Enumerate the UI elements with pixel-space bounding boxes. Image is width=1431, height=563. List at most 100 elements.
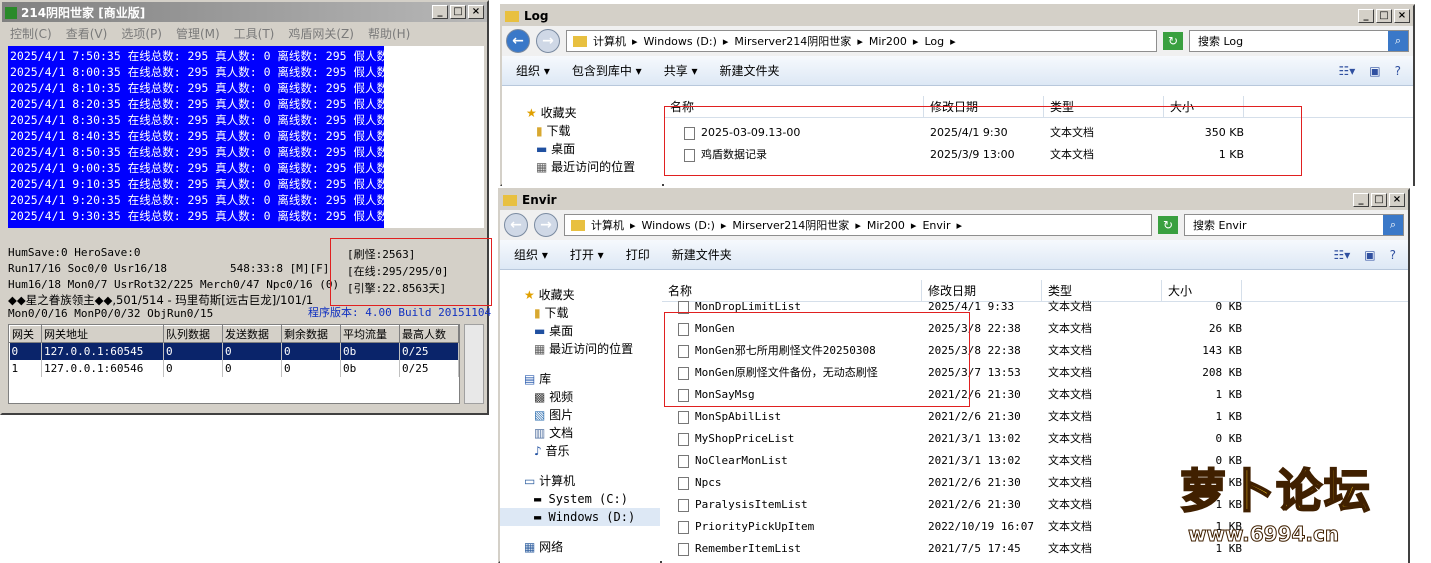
organize-button[interactable]: 组织 ▾ <box>516 62 550 79</box>
preview-pane-icon[interactable]: ▣ <box>1369 64 1380 78</box>
nav-recent[interactable]: ▦ 最近访问的位置 <box>526 158 662 176</box>
include-library-button[interactable]: 包含到库中 ▾ <box>572 62 642 79</box>
maximize-icon[interactable]: □ <box>1376 9 1392 23</box>
close-icon[interactable]: × <box>468 5 484 19</box>
file-name: PriorityPickUpItem <box>695 520 815 533</box>
minimize-icon[interactable]: _ <box>1353 193 1369 207</box>
table-row[interactable]: 0 127.0.0.1:60545 0 0 0 0b 0/25 <box>9 342 459 360</box>
file-date: 2021/7/5 17:45 <box>928 542 1021 555</box>
envir-search-input[interactable]: 搜索 Envir ⌕ <box>1184 214 1404 236</box>
print-button[interactable]: 打印 <box>626 246 650 263</box>
log-search-input[interactable]: 搜索 Log ⌕ <box>1189 30 1409 52</box>
col-max[interactable]: 最高人数 <box>399 325 459 343</box>
back-icon[interactable]: ← <box>504 213 528 237</box>
col-address[interactable]: 网关地址 <box>41 325 164 343</box>
path-segment[interactable]: 计算机 <box>593 33 626 49</box>
col-gateway[interactable]: 网关 <box>9 325 42 343</box>
nav-desktop[interactable]: ▬ 桌面 <box>524 322 660 340</box>
path-segment[interactable]: Log <box>924 35 944 48</box>
nav-drive-d[interactable]: ▬ Windows (D:) <box>500 508 660 526</box>
nav-favorites[interactable]: ★ 收藏夹 <box>526 104 662 122</box>
organize-button[interactable]: 组织 ▾ <box>514 246 548 263</box>
nav-desktop[interactable]: ▬ 桌面 <box>526 140 662 158</box>
envir-title-bar[interactable]: Envir _ □ × <box>500 190 1408 210</box>
path-segment[interactable]: Windows (D:) <box>642 219 715 232</box>
nav-documents[interactable]: ▥ 文档 <box>524 424 660 442</box>
table-row[interactable]: 1 127.0.0.1:60546 0 0 0 0b 0/25 <box>9 359 459 377</box>
nav-label: 文档 <box>549 426 574 440</box>
path-segment[interactable]: Envir <box>922 219 950 232</box>
close-icon[interactable]: × <box>1389 193 1405 207</box>
help-icon[interactable]: ? <box>1390 248 1396 262</box>
log-line: 2025/4/1 8:50:35 在线总数: 295 真人数: 0 离线数: 2… <box>10 145 384 159</box>
path-segment[interactable]: Mir200 <box>867 219 905 232</box>
log-path[interactable]: 计算机 ▸ Windows (D:) ▸ Mirserver214阴阳世家 ▸ Mir… <box>566 30 1157 52</box>
nav-downloads[interactable]: ▮ 下载 <box>524 304 660 322</box>
path-segment[interactable]: Mir200 <box>869 35 907 48</box>
list-item[interactable]: MonSpAbilList 2021/2/6 21:30 文本文档 1 KB <box>662 406 1408 428</box>
preview-pane-icon[interactable]: ▣ <box>1364 248 1375 262</box>
minimize-icon[interactable]: _ <box>432 5 448 19</box>
col-queue[interactable]: 队列数据 <box>163 325 223 343</box>
server-title-bar[interactable]: 214阴阳世家 [商业版] _ □ × <box>2 2 487 22</box>
log-output[interactable]: 2025/4/1 7:50:35 在线总数: 295 真人数: 0 离线数: 2… <box>8 46 384 228</box>
path-segment[interactable]: Mirserver214阴阳世家 <box>732 217 849 233</box>
minimize-icon[interactable]: _ <box>1358 9 1374 23</box>
nav-favorites[interactable]: ★ 收藏夹 <box>524 286 660 304</box>
menu-gateway[interactable]: 鸡盾网关(Z) <box>288 25 354 42</box>
view-icon[interactable]: ☷▾ <box>1334 248 1351 262</box>
new-folder-button[interactable]: 新建文件夹 <box>720 62 780 79</box>
maximize-icon[interactable]: □ <box>450 5 466 19</box>
nav-pictures[interactable]: ▧ 图片 <box>524 406 660 424</box>
nav-downloads[interactable]: ▮ 下载 <box>526 122 662 140</box>
nav-libraries[interactable]: ▤ 库 <box>524 370 660 388</box>
envir-path[interactable]: 计算机 ▸ Windows (D:) ▸ Mirserver214阴阳世家 ▸ Mir… <box>564 214 1152 236</box>
nav-computer[interactable]: ▭ 计算机 <box>524 472 660 490</box>
nav-recent[interactable]: ▦ 最近访问的位置 <box>524 340 660 358</box>
back-icon[interactable]: ← <box>506 29 530 53</box>
nav-music[interactable]: ♪ 音乐 <box>524 442 660 460</box>
path-segment[interactable]: Windows (D:) <box>644 35 717 48</box>
search-placeholder: 搜索 Log <box>1198 35 1244 48</box>
help-icon[interactable]: ? <box>1395 64 1401 78</box>
file-type: 文本文档 <box>1048 366 1092 379</box>
new-folder-button[interactable]: 新建文件夹 <box>672 246 732 263</box>
menu-options[interactable]: 选项(P) <box>121 25 162 42</box>
menu-manage[interactable]: 管理(M) <box>176 25 220 42</box>
search-icon[interactable]: ⌕ <box>1388 31 1408 51</box>
file-type: 文本文档 <box>1048 542 1092 555</box>
open-button[interactable]: 打开 ▾ <box>570 246 604 263</box>
menu-control[interactable]: 控制(C) <box>10 25 52 42</box>
search-icon[interactable]: ⌕ <box>1383 215 1403 235</box>
refresh-icon[interactable]: ↻ <box>1163 32 1183 50</box>
close-icon[interactable]: × <box>1394 9 1410 23</box>
log-line: 2025/4/1 8:20:35 在线总数: 295 真人数: 0 离线数: 2… <box>10 97 384 111</box>
menu-help[interactable]: 帮助(H) <box>368 25 410 42</box>
forward-icon[interactable]: → <box>534 213 558 237</box>
list-item[interactable]: MyShopPriceList 2021/3/1 13:02 文本文档 0 KB <box>662 428 1408 450</box>
forward-icon[interactable]: → <box>536 29 560 53</box>
file-type: 文本文档 <box>1048 454 1092 467</box>
nav-drive-c[interactable]: ▬ System (C:) <box>524 490 660 508</box>
nav-label: System (C:) <box>548 492 628 506</box>
col-remain[interactable]: 剩余数据 <box>281 325 341 343</box>
log-title-bar[interactable]: Log _ □ × <box>502 6 1413 26</box>
nav-label: 网络 <box>539 540 564 554</box>
menu-view[interactable]: 查看(V) <box>66 25 108 42</box>
nav-network[interactable]: ▦ 网络 <box>524 538 660 556</box>
refresh-icon[interactable]: ↻ <box>1158 216 1178 234</box>
col-avg[interactable]: 平均流量 <box>340 325 400 343</box>
menu-tools[interactable]: 工具(T) <box>234 25 275 42</box>
share-button[interactable]: 共享 ▾ <box>664 62 698 79</box>
star-icon: ★ <box>524 288 535 302</box>
status-mon: Mon0/0/16 MonP0/0/32 ObjRun0/15 <box>8 307 214 320</box>
col-sent[interactable]: 发送数据 <box>222 325 282 343</box>
nav-label: 计算机 <box>539 474 576 488</box>
drive-icon: ▬ <box>534 492 542 506</box>
path-segment[interactable]: 计算机 <box>591 217 624 233</box>
view-icon[interactable]: ☷▾ <box>1339 64 1356 78</box>
path-segment[interactable]: Mirserver214阴阳世家 <box>734 33 851 49</box>
nav-videos[interactable]: ▩ 视频 <box>524 388 660 406</box>
table-scrollbar[interactable] <box>464 324 484 404</box>
maximize-icon[interactable]: □ <box>1371 193 1387 207</box>
